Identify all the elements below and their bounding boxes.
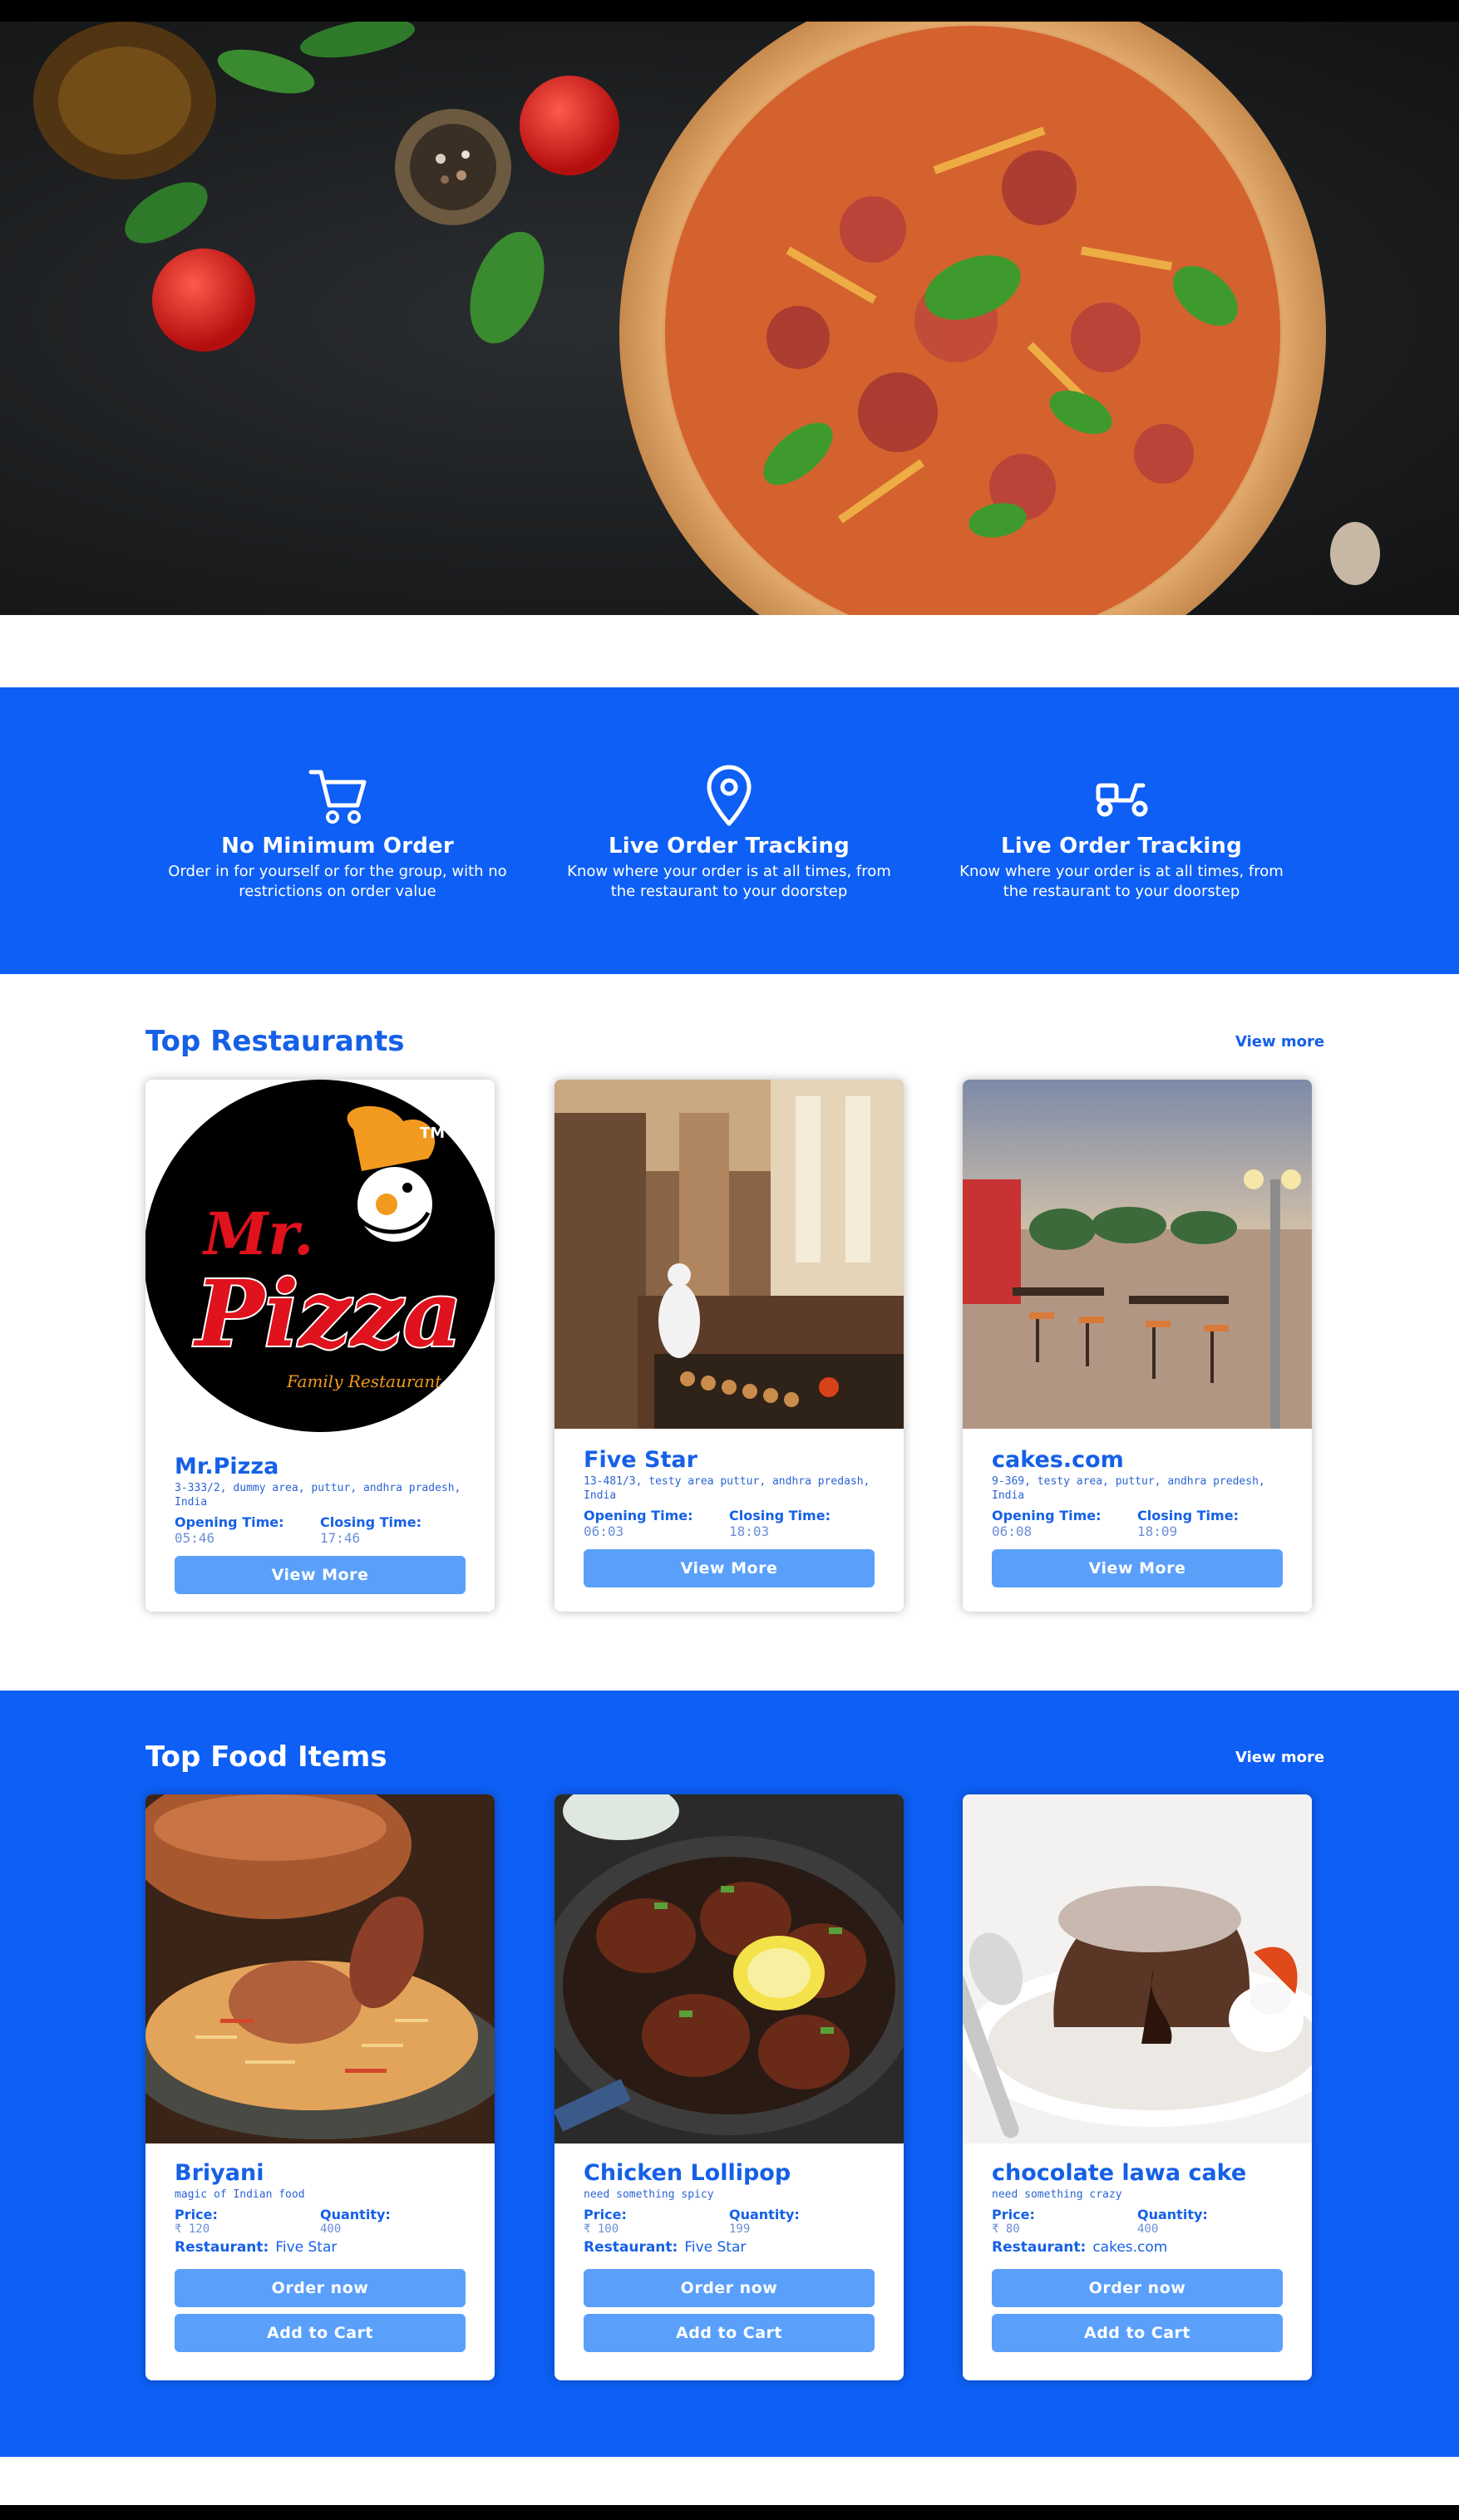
view-more-button[interactable]: View More bbox=[175, 1556, 466, 1594]
restaurant-address: 9-369, testy area, puttur, andhra predes… bbox=[992, 1475, 1265, 1502]
features-banner: No Minimum Order Order in for yourself o… bbox=[0, 687, 1459, 974]
price-value: ₹ 80 bbox=[992, 2222, 1020, 2236]
food-tagline: need something spicy bbox=[584, 2188, 714, 2201]
delivery-scooter-icon bbox=[1096, 783, 1148, 817]
price-value: ₹ 100 bbox=[584, 2222, 619, 2236]
add-to-cart-button[interactable]: Add to Cart bbox=[992, 2314, 1283, 2352]
restaurant-card-mr-pizza[interactable]: TM Mr. Pizza Family Restaurant Mr.Pizza … bbox=[145, 1080, 495, 1612]
food-card-chicken-lollipop[interactable]: Chicken Lollipop need something spicy Pr… bbox=[555, 1794, 904, 2380]
food-name: Chicken Lollipop bbox=[584, 2160, 791, 2186]
hero-banner bbox=[0, 22, 1459, 615]
price-label: Price: bbox=[175, 2207, 218, 2222]
feature-no-minimum-order: No Minimum Order Order in for yourself o… bbox=[163, 762, 512, 902]
svg-text:Pizza: Pizza bbox=[193, 1260, 462, 1367]
opening-time-label: Opening Time: bbox=[175, 1514, 284, 1530]
restaurant-value: Five Star bbox=[275, 2239, 338, 2256]
restaurant-card-five-star[interactable]: Five Star 13-481/3, testy area puttur, a… bbox=[555, 1080, 904, 1612]
feature-text: Order in for yourself or for the group, … bbox=[168, 863, 507, 900]
food-image-chicken-lollipop bbox=[555, 1794, 904, 2143]
opening-time-value: 06:03 bbox=[584, 1523, 624, 1539]
restaurant-card-cakes-com[interactable]: cakes.com 9-369, testy area, puttur, and… bbox=[963, 1080, 1312, 1612]
restaurant-image-cakes-com bbox=[963, 1080, 1312, 1429]
closing-time-value: 18:03 bbox=[729, 1523, 770, 1539]
order-now-button[interactable]: Order now bbox=[584, 2269, 875, 2307]
restaurant-address: 3-333/2, dummy area, puttur, andhra prad… bbox=[175, 1482, 461, 1509]
order-now-button[interactable]: Order now bbox=[992, 2269, 1283, 2307]
opening-time-label: Opening Time: bbox=[992, 1508, 1102, 1523]
food-tagline: magic of Indian food bbox=[175, 2188, 305, 2201]
order-now-button[interactable]: Order now bbox=[175, 2269, 466, 2307]
quantity-value: 400 bbox=[1137, 2222, 1159, 2236]
feature-live-order-tracking: Live Order Tracking Know where your orde… bbox=[555, 762, 904, 902]
shopping-cart-icon bbox=[308, 770, 367, 824]
feature-text: Know where your order is at all times, f… bbox=[959, 863, 1284, 900]
food-name: chocolate lawa cake bbox=[992, 2160, 1247, 2186]
opening-time-label: Opening Time: bbox=[584, 1508, 693, 1523]
location-pin-icon bbox=[707, 765, 752, 826]
quantity-label: Quantity: bbox=[729, 2207, 800, 2222]
closing-time-label: Closing Time: bbox=[1137, 1508, 1239, 1523]
food-card-chocolate-lawa-cake[interactable]: chocolate lawa cake need something crazy… bbox=[963, 1794, 1312, 2380]
top-restaurants-title: Top Restaurants bbox=[145, 1025, 405, 1058]
top-bar bbox=[0, 0, 1459, 22]
view-more-button[interactable]: View More bbox=[584, 1549, 875, 1587]
food-name: Briyani bbox=[175, 2160, 264, 2186]
closing-time-value: 18:09 bbox=[1137, 1523, 1178, 1539]
restaurant-name: Five Star bbox=[584, 1447, 697, 1473]
price-value: ₹ 120 bbox=[175, 2222, 210, 2236]
feature-text: Know where your order is at all times, f… bbox=[567, 863, 891, 900]
food-image-chocolate-lawa-cake bbox=[963, 1794, 1312, 2143]
quantity-label: Quantity: bbox=[320, 2207, 391, 2222]
closing-time-label: Closing Time: bbox=[729, 1508, 831, 1523]
restaurant-label: Restaurant: bbox=[992, 2239, 1087, 2256]
opening-time-value: 06:08 bbox=[992, 1523, 1033, 1539]
food-image-briyani bbox=[145, 1794, 495, 2143]
svg-text:Family Restaurant: Family Restaurant bbox=[286, 1371, 442, 1391]
svg-text:TM: TM bbox=[420, 1125, 445, 1142]
feature-title: Live Order Tracking bbox=[1001, 834, 1242, 859]
opening-time-value: 05:46 bbox=[175, 1530, 215, 1546]
restaurant-address: 13-481/3, testy area puttur, andhra pred… bbox=[584, 1475, 870, 1502]
feature-title: No Minimum Order bbox=[221, 834, 454, 859]
food-card-briyani[interactable]: Briyani magic of Indian food Price: ₹ 12… bbox=[145, 1794, 495, 2380]
closing-time-label: Closing Time: bbox=[320, 1514, 421, 1530]
feature-title: Live Order Tracking bbox=[609, 834, 850, 859]
add-to-cart-button[interactable]: Add to Cart bbox=[584, 2314, 875, 2352]
restaurant-image-mr-pizza: TM Mr. Pizza Family Restaurant bbox=[145, 1080, 495, 1437]
restaurant-value: cakes.com bbox=[1092, 2239, 1168, 2256]
feature-live-order-tracking-2: Live Order Tracking Know where your orde… bbox=[947, 762, 1296, 902]
restaurant-name: cakes.com bbox=[992, 1447, 1124, 1473]
closing-time-value: 17:46 bbox=[320, 1530, 361, 1546]
foods-view-more-link[interactable]: View more bbox=[1235, 1749, 1324, 1766]
quantity-value: 199 bbox=[729, 2222, 751, 2236]
pizza-hero-image bbox=[33, 22, 1380, 615]
top-food-items-title: Top Food Items bbox=[145, 1740, 387, 1774]
restaurant-label: Restaurant: bbox=[175, 2239, 269, 2256]
svg-text:Mr.: Mr. bbox=[202, 1199, 313, 1268]
price-label: Price: bbox=[584, 2207, 627, 2222]
add-to-cart-button[interactable]: Add to Cart bbox=[175, 2314, 466, 2352]
bottom-bar bbox=[0, 2505, 1459, 2520]
top-food-items-section: Top Food Items View more Briyani magic o… bbox=[0, 1691, 1459, 2457]
restaurant-image-five-star bbox=[555, 1080, 904, 1429]
price-label: Price: bbox=[992, 2207, 1035, 2222]
view-more-button[interactable]: View More bbox=[992, 1549, 1283, 1587]
restaurant-name: Mr.Pizza bbox=[175, 1454, 279, 1479]
food-tagline: need something crazy bbox=[992, 2188, 1122, 2201]
quantity-label: Quantity: bbox=[1137, 2207, 1208, 2222]
restaurants-view-more-link[interactable]: View more bbox=[1235, 1033, 1324, 1051]
restaurant-value: Five Star bbox=[684, 2239, 747, 2256]
restaurant-label: Restaurant: bbox=[584, 2239, 678, 2256]
quantity-value: 400 bbox=[320, 2222, 342, 2236]
